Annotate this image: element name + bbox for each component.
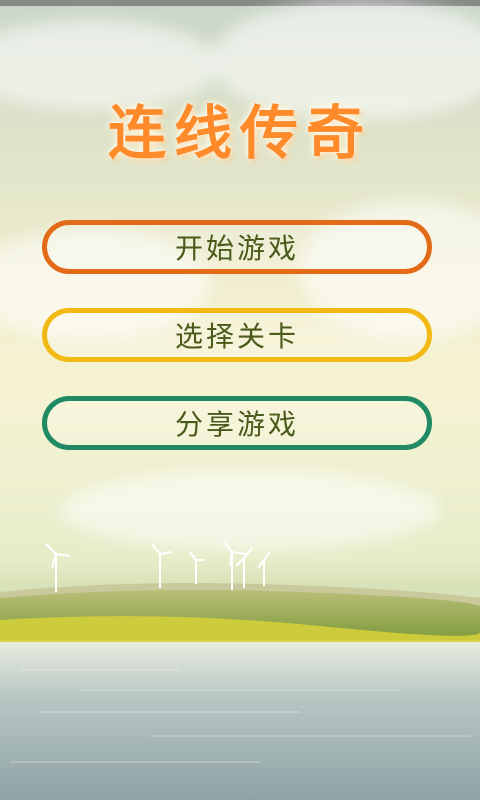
wind-turbine (45, 543, 71, 592)
wind-turbine (189, 551, 204, 584)
select-level-label: 选择关卡 (174, 320, 299, 353)
select-level-button[interactable]: 选择关卡 (42, 308, 432, 362)
wind-turbine (257, 551, 271, 586)
share-game-label: 分享游戏 (174, 408, 299, 441)
wind-turbine (151, 543, 173, 588)
wind-turbine (223, 541, 247, 590)
start-game-label: 开始游戏 (174, 232, 299, 265)
game-title: 连线传奇 (107, 99, 372, 167)
lake (0, 642, 480, 800)
landscape-background (0, 541, 480, 800)
share-game-button[interactable]: 分享游戏 (42, 396, 432, 450)
main-menu-screen: 连线传奇 开始游戏 选择关卡 分享游戏 (0, 0, 480, 800)
start-game-button[interactable]: 开始游戏 (42, 220, 432, 274)
cloud (60, 470, 440, 550)
